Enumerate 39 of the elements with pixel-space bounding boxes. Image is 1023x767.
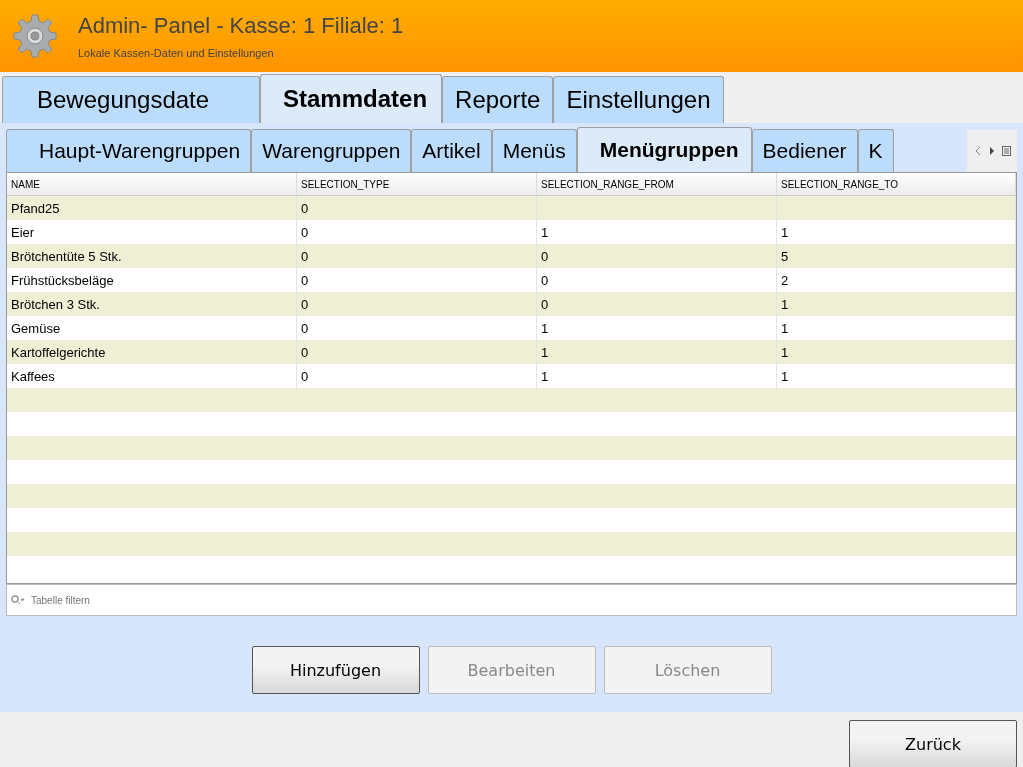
back-button[interactable]: Zurück [849, 720, 1017, 767]
sub-tab[interactable]: Artikel [411, 129, 492, 172]
table-cell: Brötchen 3 Stk. [7, 292, 297, 316]
table-cell: 1 [537, 340, 777, 364]
column-header[interactable]: SELECTION_TYPE [297, 173, 537, 195]
window-subtitle: Lokale Kassen-Daten und Einstellungen [78, 47, 275, 59]
main-tab[interactable]: Stammdaten [260, 74, 443, 123]
table-cell: Brötchentüte 5 Stk. [7, 244, 297, 268]
action-button[interactable]: Hinzufügen [251, 646, 420, 694]
column-header[interactable]: NAME [7, 173, 297, 195]
table-cell: 0 [297, 292, 537, 316]
table-cell: 0 [537, 244, 777, 268]
gear-icon [12, 13, 58, 59]
scroll-left-icon[interactable] [973, 146, 982, 156]
main-tab[interactable]: Reporte [442, 76, 554, 123]
sub-tab[interactable]: Haupt-Warengruppen [6, 129, 252, 172]
table-cell: 1 [777, 292, 1016, 316]
table-cell: 0 [297, 244, 537, 268]
window-title: Admin- Panel - Kasse: 1 Filiale: 1 [78, 13, 404, 39]
sub-tab[interactable]: Menüs [491, 129, 577, 172]
column-header[interactable]: SELECTION_RANGE_TO [777, 173, 1016, 195]
column-header[interactable]: SELECTION_RANGE_FROM [537, 173, 777, 195]
sub-tab[interactable]: Warengruppen [251, 129, 412, 172]
main-tab[interactable]: Bewegungsdate [2, 76, 260, 123]
table-cell: 5 [777, 244, 1016, 268]
sub-tab[interactable]: Bediener [751, 129, 858, 172]
scroll-right-icon[interactable] [987, 146, 996, 156]
table-cell: 0 [537, 292, 777, 316]
main-tab[interactable]: Einstellungen [553, 76, 724, 123]
list-icon[interactable] [1001, 146, 1011, 156]
filter-field[interactable]: Tabelle filtern [6, 584, 1017, 616]
table-cell: Kartoffelgerichte [7, 340, 297, 364]
table-cell: Pfand25 [7, 196, 297, 220]
sub-tab[interactable]: Menügruppen [576, 127, 752, 172]
sub-tab[interactable]: K [857, 129, 894, 172]
table-cell: 0 [297, 340, 537, 364]
table-cell: 1 [777, 340, 1016, 364]
search-icon [11, 595, 25, 605]
table-cell: 0 [297, 196, 537, 220]
